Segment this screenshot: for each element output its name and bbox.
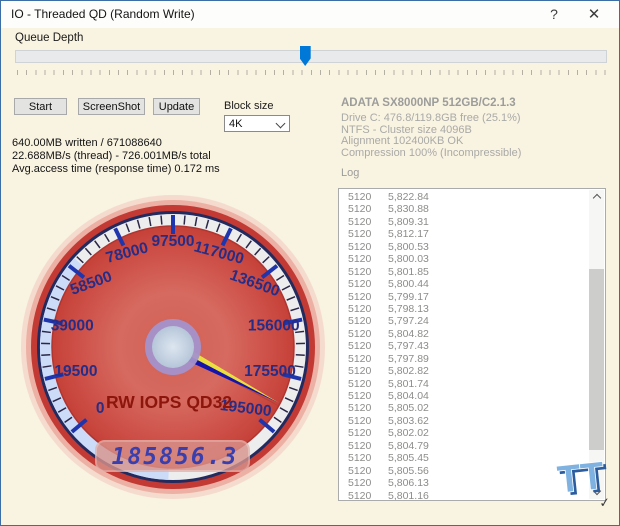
queue-depth-label: Queue Depth: [15, 32, 84, 44]
help-button[interactable]: ?: [541, 5, 567, 24]
log-label: Log: [341, 167, 360, 179]
block-size-dropdown[interactable]: 4K: [224, 115, 290, 132]
log-row[interactable]: 5120 5,806.13: [339, 477, 589, 489]
title-bar: IO - Threaded QD (Random Write) ? ✕: [1, 1, 619, 28]
log-row[interactable]: 5120 5,805.45: [339, 452, 589, 464]
log-row[interactable]: 5120 5,804.79: [339, 440, 589, 452]
speed-stat: 22.688MB/s (thread) - 726.001MB/s total: [12, 150, 211, 162]
gauge-scale-label: 97500: [151, 233, 194, 250]
gauge-scale-label: 19500: [54, 363, 97, 380]
arrow-up-icon: [592, 193, 601, 203]
log-row[interactable]: 5120 5,804.04: [339, 390, 589, 402]
queue-depth-slider-ticks: [17, 70, 606, 75]
iops-gauge: 019500390005850078000 9750011700013650015…: [21, 195, 325, 499]
log-row[interactable]: 5120 5,822.84: [339, 191, 589, 203]
log-row[interactable]: 5120 5,803.62: [339, 415, 589, 427]
chevron-down-icon: [275, 118, 286, 129]
close-button[interactable]: ✕: [581, 5, 607, 24]
log-row[interactable]: 5120 5,801.16: [339, 490, 589, 501]
scrollbar-thumb[interactable]: [589, 269, 604, 450]
log-row[interactable]: 5120 5,797.43: [339, 340, 589, 352]
log-row[interactable]: 5120 5,800.03: [339, 253, 589, 265]
log-row[interactable]: 5120 5,797.89: [339, 353, 589, 365]
log-row[interactable]: 5120 5,802.02: [339, 427, 589, 439]
log-row[interactable]: 5120 5,802.82: [339, 365, 589, 377]
log-row[interactable]: 5120 5,798.13: [339, 303, 589, 315]
log-row[interactable]: 5120 5,812.17: [339, 228, 589, 240]
gauge-scale-label: 0: [96, 400, 105, 417]
drive-model: ADATA SX8000NP 512GB/C2.1.3: [341, 97, 516, 109]
queue-depth-slider-track[interactable]: [15, 50, 607, 63]
log-row[interactable]: 5120 5,809.31: [339, 216, 589, 228]
log-row[interactable]: 5120 5,804.82: [339, 328, 589, 340]
drive-free-space: Drive C: 476.8/119.8GB free (25.1%): [341, 112, 521, 124]
window-title: IO - Threaded QD (Random Write): [11, 7, 195, 21]
log-row[interactable]: 5120 5,801.85: [339, 266, 589, 278]
gauge-scale-label: 156000: [248, 318, 300, 335]
scroll-up-button[interactable]: [589, 190, 604, 204]
log-row[interactable]: 5120 5,801.74: [339, 378, 589, 390]
log-row[interactable]: 5120 5,800.53: [339, 241, 589, 253]
update-button[interactable]: Update: [153, 98, 200, 115]
gauge-scale-label: 175500: [244, 363, 296, 380]
drive-compression: Compression 100% (Incompressible): [341, 147, 522, 159]
checkmark-icon: ✓: [598, 494, 610, 510]
log-row[interactable]: 5120 5,830.88: [339, 203, 589, 215]
written-stat: 640.00MB written / 671088640: [12, 137, 162, 149]
log-rows: 5120 5,822.84 5120 5,830.88 5120 5,809.31 5120…: [339, 191, 589, 501]
log-row[interactable]: 5120 5,805.56: [339, 465, 589, 477]
screenshot-button[interactable]: ScreenShot: [78, 98, 145, 115]
log-row[interactable]: 5120 5,805.02: [339, 402, 589, 414]
gauge-scale-label: 39000: [51, 318, 94, 335]
log-row[interactable]: 5120 5,797.24: [339, 315, 589, 327]
tweaktown-watermark: TT TT ✓: [555, 454, 611, 510]
dialog-window: IO - Threaded QD (Random Write) ? ✕ Queu…: [0, 0, 620, 526]
queue-depth-slider-thumb[interactable]: [299, 46, 311, 66]
start-button[interactable]: Start: [14, 98, 67, 115]
block-size-label: Block size: [224, 100, 274, 112]
gauge-title: RW IOPS QD32: [106, 392, 232, 412]
log-row[interactable]: 5120 5,799.17: [339, 291, 589, 303]
access-time-stat: Avg.access time (response time) 0.172 ms: [12, 163, 220, 175]
drive-alignment: Alignment 102400KB OK: [341, 135, 464, 147]
log-row[interactable]: 5120 5,800.44: [339, 278, 589, 290]
block-size-value: 4K: [229, 118, 243, 130]
digital-display-value: 185856.3: [112, 444, 239, 470]
